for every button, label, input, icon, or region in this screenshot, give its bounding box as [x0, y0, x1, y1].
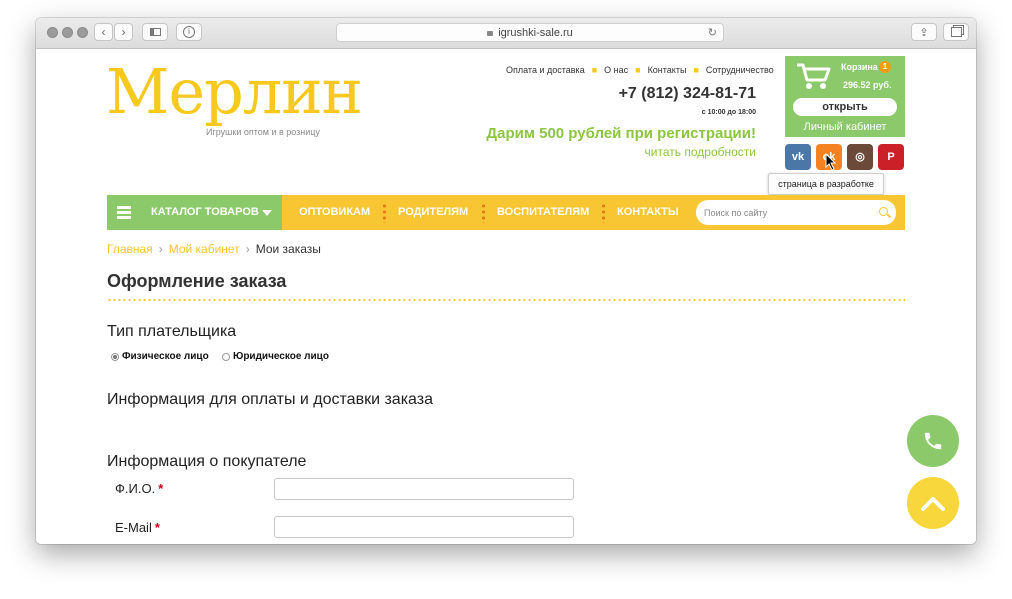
nav-separator	[482, 203, 485, 223]
nav-educators[interactable]: ВОСПИТАТЕЛЯМ	[497, 206, 589, 218]
open-cart-button[interactable]: открыть	[793, 98, 897, 116]
reload-icon[interactable]: ↻	[708, 26, 717, 39]
browser-window: ‹ › i igrushki-sale.ru ↻ ⇪ Мерлин Игрушк…	[36, 18, 976, 544]
radio-checked-icon	[111, 352, 119, 361]
top-nav-about-link[interactable]: О нас	[604, 65, 628, 75]
bullet-icon: ■	[591, 65, 598, 75]
browser-toolbar: ‹ › i igrushki-sale.ru ↻ ⇪	[36, 18, 976, 49]
info-icon: i	[183, 26, 195, 38]
pinterest-icon[interactable]: P	[878, 144, 904, 170]
fio-label: Ф.И.О. *	[115, 481, 163, 496]
nav-wholesale[interactable]: ОПТОВИКАМ	[299, 206, 370, 218]
payer-legal-label: Юридическое лицо	[233, 351, 329, 362]
top-nav-contacts-link[interactable]: Контакты	[648, 65, 687, 75]
breadcrumb-home[interactable]: Главная	[107, 242, 153, 256]
forward-button[interactable]: ›	[114, 23, 133, 41]
lock-icon	[487, 31, 494, 36]
cart-icon[interactable]	[795, 62, 831, 90]
account-link[interactable]: Личный кабинет	[785, 121, 905, 133]
payer-individual-label: Физическое лицо	[122, 351, 209, 362]
close-window-button[interactable]	[47, 27, 58, 38]
search-box	[696, 200, 896, 225]
phone-number[interactable]: +7 (812) 324-81-71	[596, 85, 756, 103]
nav-separator	[383, 203, 386, 223]
sidebar-button[interactable]	[142, 23, 168, 41]
instagram-icon[interactable]: ◎	[847, 144, 873, 170]
payer-individual-radio[interactable]: Физическое лицо	[111, 351, 209, 362]
search-icon[interactable]	[879, 207, 888, 216]
fio-label-text: Ф.И.О.	[115, 481, 156, 496]
vk-icon[interactable]: vk	[785, 144, 811, 170]
call-button[interactable]	[907, 415, 959, 467]
breadcrumb: Главная › Мой кабинет › Мои заказы	[107, 242, 321, 256]
back-button[interactable]: ‹	[94, 23, 113, 41]
bullet-icon: ■	[635, 65, 641, 75]
page-title: Оформление заказа	[107, 271, 287, 291]
cart-sum: 296.52 руб.	[843, 80, 892, 90]
top-nav-cooperation-link[interactable]: Сотрудничество	[706, 65, 774, 75]
mouse-cursor-icon	[825, 153, 837, 171]
bullet-icon: ■	[693, 65, 699, 75]
search-input[interactable]	[704, 205, 869, 220]
logo-subtitle: Игрушки оптом и в розницу	[206, 127, 320, 137]
nav-separator	[602, 203, 605, 223]
chevron-right-icon: ›	[121, 25, 126, 39]
cart-label: Корзина	[841, 62, 878, 72]
buyer-info-heading: Информация о покупателе	[107, 453, 307, 470]
title-divider	[107, 299, 905, 301]
chevron-left-icon: ‹	[101, 25, 106, 39]
tabs-button[interactable]	[943, 23, 969, 41]
catalog-label: КАТАЛОГ ТОВАРОВ	[151, 206, 259, 218]
payment-info-heading: Информация для оплаты и доставки заказа	[107, 391, 433, 408]
web-page: Мерлин Игрушки оптом и в розницу Оплата …	[36, 49, 976, 544]
phone-icon	[924, 432, 942, 450]
breadcrumb-separator: ›	[245, 242, 250, 256]
promo-text: Дарим 500 рублей при регистрации!	[486, 125, 756, 142]
fio-field[interactable]	[274, 478, 574, 500]
main-nav: КАТАЛОГ ТОВАРОВ ОПТОВИКАМ РОДИТЕЛЯМ ВОСП…	[107, 195, 905, 230]
email-label: E-Mail *	[115, 520, 160, 535]
breadcrumb-current: Мои заказы	[255, 242, 321, 256]
radio-unchecked-icon	[222, 352, 230, 361]
cart-widget: Корзина 1 296.52 руб. открыть Личный каб…	[785, 56, 905, 137]
share-button[interactable]: ⇪	[911, 23, 937, 41]
url-text: igrushki-sale.ru	[498, 26, 573, 39]
payer-legal-radio[interactable]: Юридическое лицо	[222, 351, 329, 362]
chevron-up-icon	[921, 497, 945, 511]
scroll-top-button[interactable]	[907, 477, 959, 529]
breadcrumb-cabinet[interactable]: Мой кабинет	[169, 242, 240, 256]
promo-details-link[interactable]: читать подробности	[576, 145, 756, 159]
catalog-menu-button[interactable]: КАТАЛОГ ТОВАРОВ	[107, 195, 282, 230]
top-nav-payment-link[interactable]: Оплата и доставка	[506, 65, 585, 75]
nav-parents[interactable]: РОДИТЕЛЯМ	[398, 206, 468, 218]
required-marker: *	[158, 481, 164, 496]
top-nav: Оплата и доставка ■ О нас ■ Контакты ■ С…	[506, 65, 774, 75]
minimize-window-button[interactable]	[62, 27, 73, 38]
address-bar[interactable]: igrushki-sale.ru ↻	[336, 23, 724, 42]
sidebar-icon	[149, 28, 161, 36]
breadcrumb-separator: ›	[158, 242, 163, 256]
nav-contacts[interactable]: КОНТАКТЫ	[617, 206, 679, 218]
payer-type-heading: Тип плательщика	[107, 323, 237, 340]
tabs-icon	[950, 27, 962, 37]
reader-info-button[interactable]: i	[176, 23, 202, 41]
menu-icon	[117, 206, 131, 219]
required-marker: *	[154, 520, 160, 535]
work-hours: с 10:00 до 18:00	[701, 109, 756, 116]
cart-count-badge: 1	[879, 61, 891, 73]
share-icon: ⇪	[919, 26, 929, 39]
chevron-down-icon	[262, 210, 272, 216]
email-label-text: E-Mail	[115, 520, 152, 535]
tooltip: страница в разработке	[768, 173, 884, 195]
email-field[interactable]	[274, 516, 574, 538]
site-logo[interactable]: Мерлин	[106, 57, 363, 127]
zoom-window-button[interactable]	[77, 27, 88, 38]
